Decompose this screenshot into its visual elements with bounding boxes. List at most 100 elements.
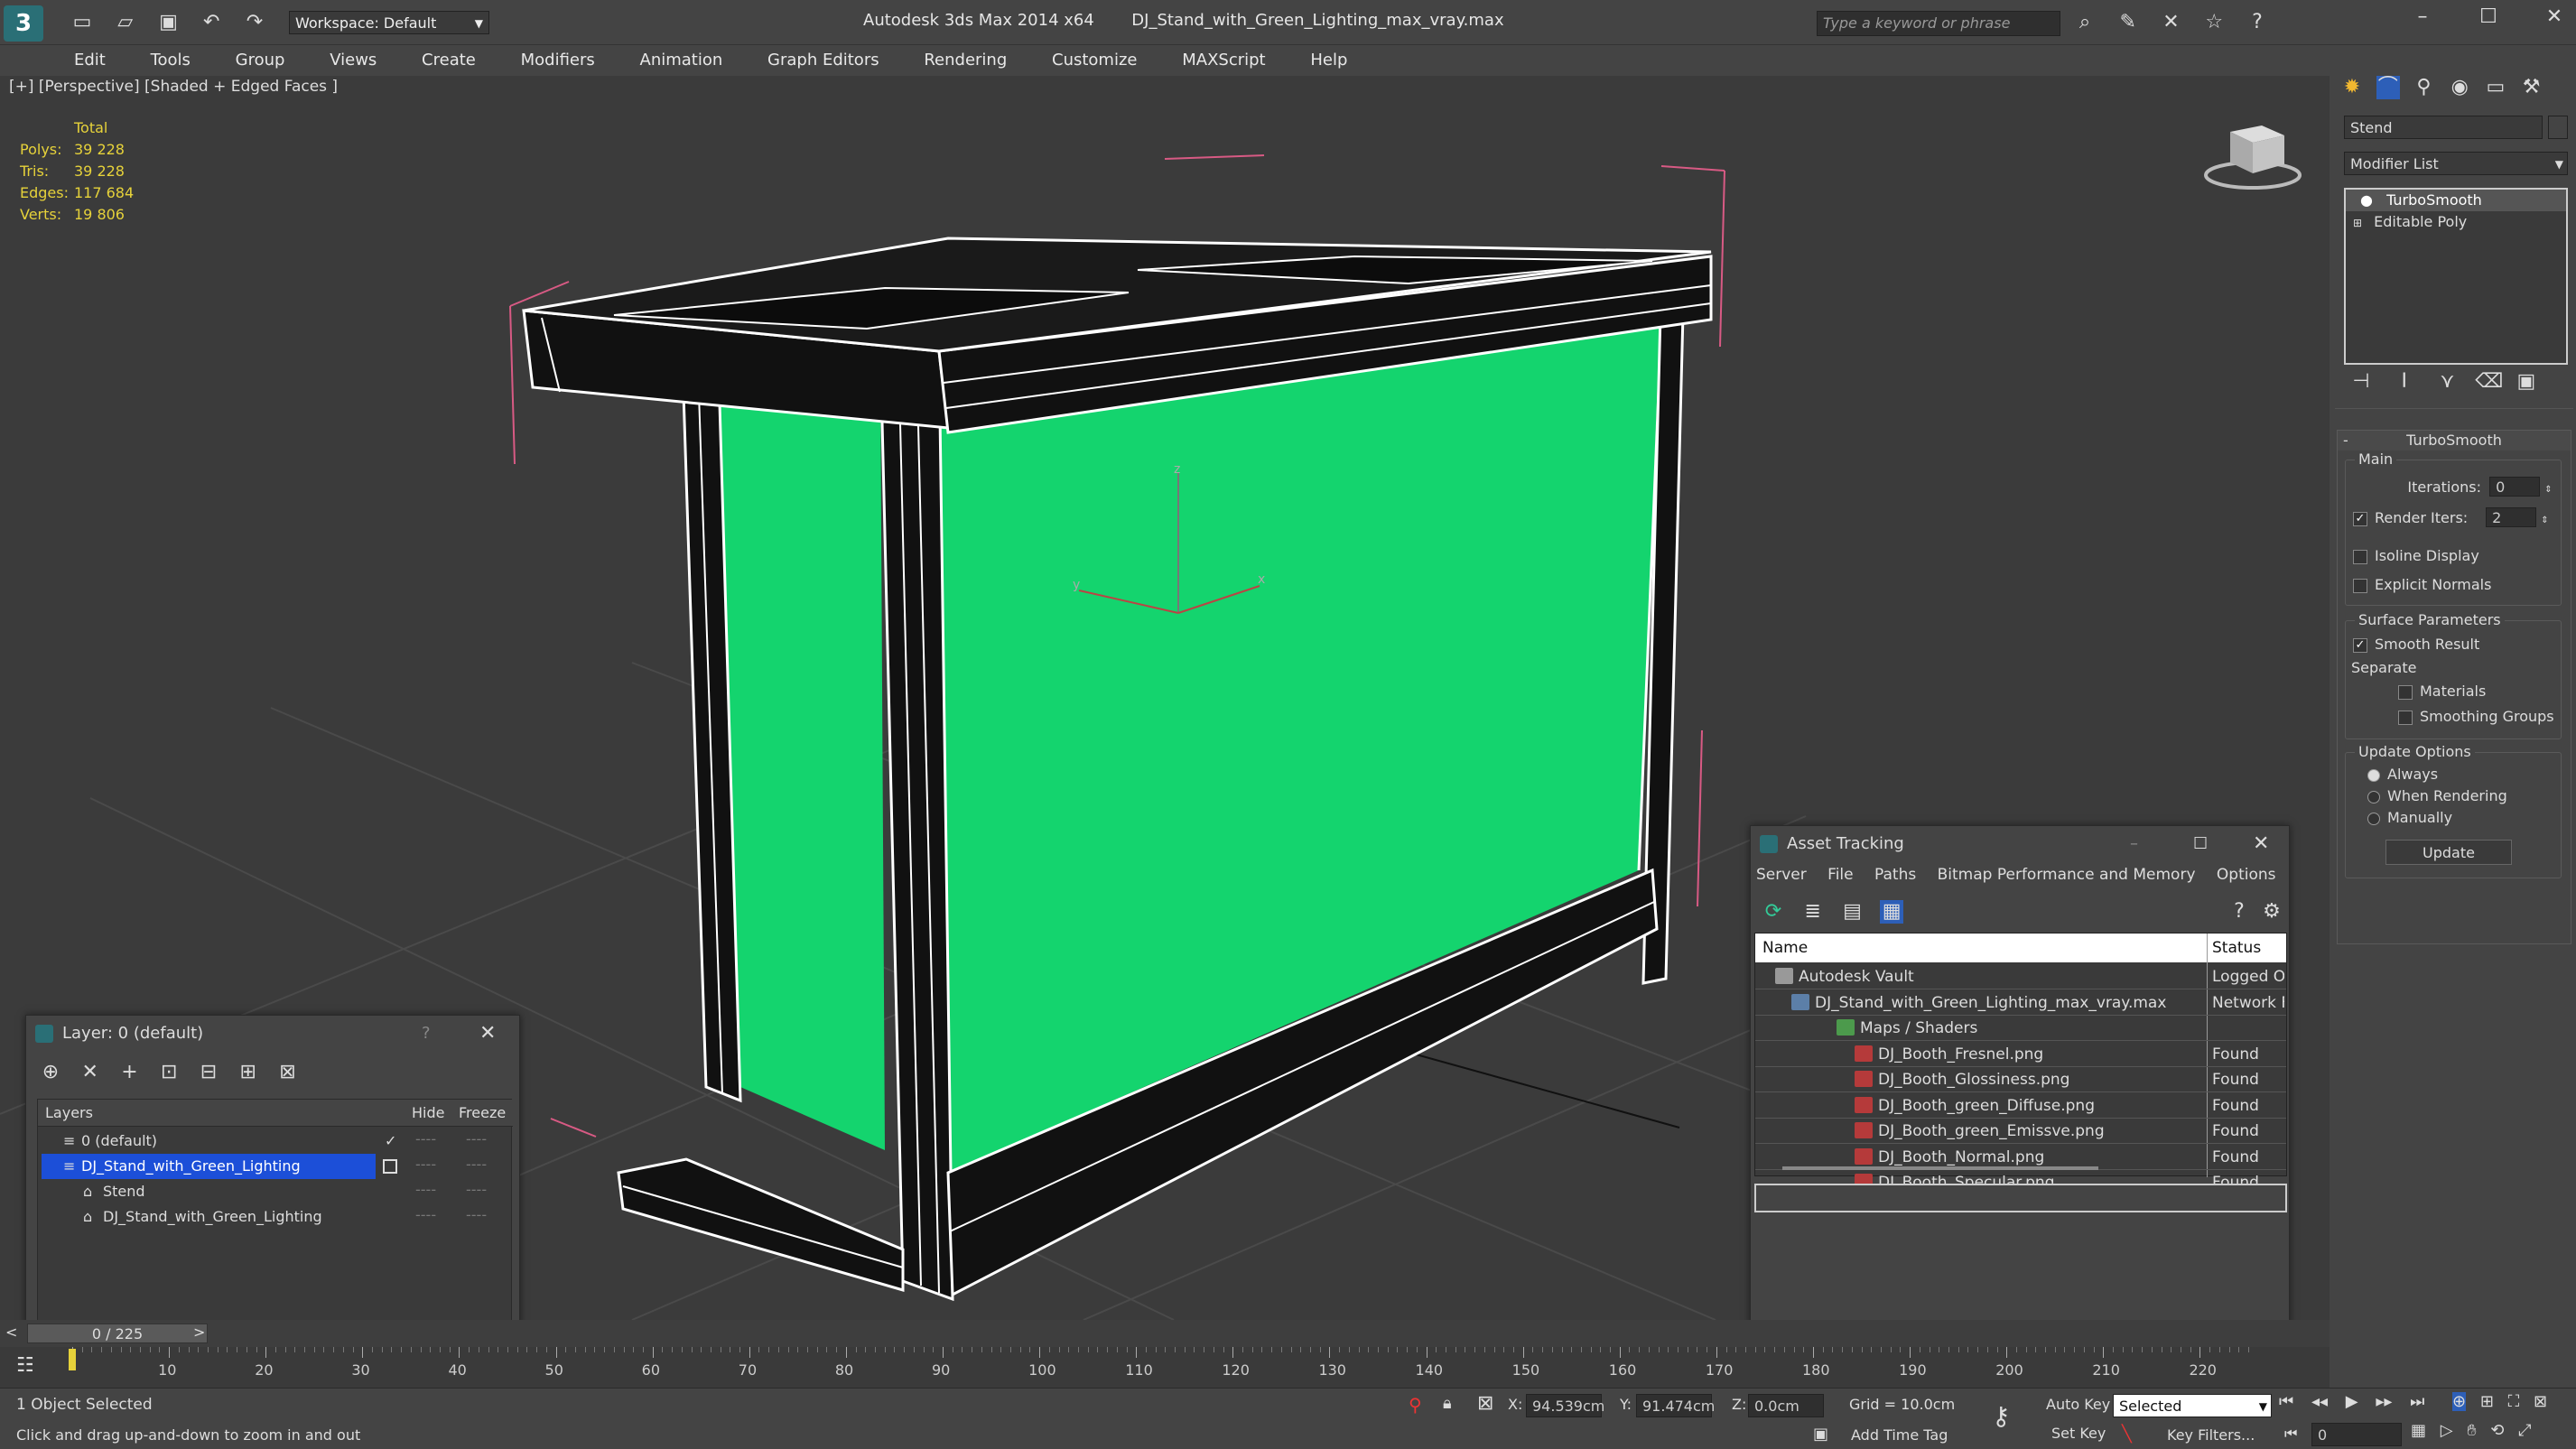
asset-menu-paths[interactable]: Paths — [1874, 866, 1916, 884]
update-button[interactable]: Update — [2385, 840, 2512, 865]
delete-layer-icon[interactable]: ✕ — [79, 1061, 102, 1084]
asset-row[interactable]: DJ_Booth_Fresnel.png Found — [1755, 1042, 2286, 1067]
asset-path-field[interactable] — [1754, 1184, 2287, 1212]
time-slider-thumb[interactable]: 0 / 225 — [27, 1324, 208, 1343]
search-input[interactable]: Type a keyword or phrase — [1817, 11, 2060, 36]
next-frame-icon[interactable]: ▸▸ — [2376, 1392, 2392, 1411]
isolate-selection-icon[interactable]: ⚲ — [1409, 1394, 1422, 1416]
when-rendering-radio[interactable] — [2367, 790, 2380, 803]
layer-row[interactable]: ≡ 0 (default) ✓ ---- ---- — [38, 1129, 513, 1154]
zoom-all-icon[interactable]: ⊞ — [2480, 1392, 2494, 1411]
make-unique-icon[interactable]: ⋎ — [2435, 370, 2459, 394]
layer-help-button[interactable]: ? — [422, 1016, 431, 1052]
y-coord-field[interactable]: 91.474cm — [1636, 1394, 1715, 1417]
absolute-mode-icon[interactable]: ⊠ — [1477, 1392, 1493, 1415]
asset-maximize-icon[interactable]: ☐ — [2193, 826, 2208, 862]
smoothing-groups-checkbox[interactable] — [2398, 710, 2413, 725]
layers-column-header[interactable]: Layers — [45, 1104, 93, 1121]
spinner-arrows-icon[interactable]: ⇕ — [2541, 516, 2548, 525]
track-ruler[interactable]: 10 20 30 40 50 60 70 80 90 100 110 120 130 140 150 160 1… — [65, 1347, 2259, 1388]
explicit-normals-checkbox[interactable] — [2353, 578, 2367, 593]
asset-row[interactable]: DJ_Booth_green_Diffuse.png Found — [1755, 1093, 2286, 1119]
add-to-layer-icon[interactable]: + — [117, 1061, 141, 1084]
asset-horizontal-scrollbar[interactable] — [1782, 1166, 2098, 1170]
key-filters-button[interactable]: Key Filters... — [2167, 1426, 2255, 1444]
refresh-icon[interactable]: ⟳ — [1762, 900, 1785, 924]
iterations-spinner[interactable]: 0 — [2489, 477, 2541, 497]
pan-icon[interactable]: ✋︎ — [2467, 1421, 2476, 1440]
open-file-icon[interactable]: ▱ — [114, 11, 137, 34]
time-slider-next-icon[interactable]: > — [193, 1324, 205, 1341]
layer-close-icon[interactable]: ✕ — [479, 1016, 496, 1052]
asset-status-column-header[interactable]: Status — [2212, 939, 2261, 957]
layer-row[interactable]: ⌂ DJ_Stand_with_Green_Lighting ---- ---- — [38, 1204, 513, 1230]
menu-edit[interactable]: Edit — [54, 45, 126, 76]
menu-graph-editors[interactable]: Graph Editors — [748, 45, 899, 76]
isoline-checkbox[interactable] — [2353, 549, 2367, 564]
close-icon[interactable]: ✕ — [2543, 5, 2566, 29]
minimize-icon[interactable]: – — [2411, 5, 2434, 29]
communication-icon[interactable]: ✕ — [2159, 11, 2182, 34]
perspective-viewport[interactable]: [+] [Perspective] [Shaded + Edged Faces … — [0, 76, 2330, 1320]
asset-close-icon[interactable]: ✕ — [2253, 826, 2269, 862]
show-end-result-icon[interactable]: Ι — [2393, 370, 2416, 394]
table-view-icon[interactable]: ▦ — [1880, 900, 1904, 924]
asset-row[interactable]: Autodesk Vault Logged O — [1755, 964, 2286, 989]
layer-row-selected[interactable]: ≡ DJ_Stand_with_Green_Lighting ---- ---- — [38, 1154, 513, 1179]
motion-tab-icon[interactable]: ◉ — [2448, 76, 2471, 99]
hide-column-header[interactable]: Hide — [412, 1104, 444, 1121]
light-bulb-icon[interactable]: ● — [2360, 191, 2373, 209]
previous-frame-icon[interactable]: ◂◂ — [2311, 1392, 2328, 1411]
z-coord-field[interactable]: 0.0cm — [1748, 1394, 1824, 1417]
menu-modifiers[interactable]: Modifiers — [501, 45, 615, 76]
play-icon[interactable]: ▶ — [2346, 1392, 2358, 1411]
time-config-icon[interactable]: ▦ — [2411, 1421, 2426, 1440]
layer-row-hide[interactable]: ---- — [415, 1181, 436, 1198]
menu-maxscript[interactable]: MAXScript — [1162, 45, 1285, 76]
thumbnail-view-icon[interactable]: ▤ — [1840, 900, 1864, 924]
pin-stack-icon[interactable]: ⊣ — [2349, 370, 2373, 394]
display-tab-icon[interactable]: ▭ — [2484, 76, 2507, 99]
asset-row[interactable]: DJ_Stand_with_Green_Lighting_max_vray.ma… — [1755, 990, 2286, 1016]
layer-row-hide[interactable]: ---- — [415, 1206, 436, 1223]
rollout-header[interactable]: - TurboSmooth — [2338, 431, 2571, 450]
subscription-icon[interactable]: ✎ — [2116, 11, 2140, 34]
remove-modifier-icon[interactable]: ⌫ — [2475, 370, 2503, 394]
new-file-icon[interactable]: ▭ — [70, 11, 94, 34]
menu-tools[interactable]: Tools — [131, 45, 210, 76]
manually-radio[interactable] — [2367, 812, 2380, 825]
make-current-box[interactable] — [383, 1159, 397, 1174]
orbit-icon[interactable]: ⟲ — [2490, 1421, 2504, 1440]
field-of-view-icon[interactable]: ▷ — [2441, 1421, 2453, 1440]
freeze-column-header[interactable]: Freeze — [459, 1104, 506, 1121]
key-selection-dropdown[interactable]: Selected ▼ — [2113, 1394, 2272, 1417]
hierarchy-tab-icon[interactable]: ⚲ — [2412, 76, 2435, 99]
freeze-all-icon[interactable]: ⊠ — [275, 1061, 299, 1084]
highlight-layer-icon[interactable]: ⊟ — [197, 1061, 220, 1084]
current-frame-marker[interactable] — [69, 1349, 76, 1370]
asset-row[interactable]: Maps / Shaders — [1755, 1016, 2286, 1041]
layer-row-hide[interactable]: ---- — [415, 1156, 436, 1173]
layer-row-freeze[interactable]: ---- — [466, 1130, 487, 1147]
asset-help-icon[interactable]: ? — [2227, 900, 2251, 924]
asset-menu-options[interactable]: Options — [2217, 866, 2276, 884]
layer-row-hide[interactable]: ---- — [415, 1130, 436, 1147]
zoom-extents-icon[interactable]: ⛶ — [2508, 1392, 2520, 1411]
set-key-button[interactable]: Set Key — [2051, 1425, 2106, 1442]
mini-curve-editor-icon[interactable]: ☷ — [16, 1354, 34, 1377]
render-iters-checkbox[interactable]: ✓ — [2353, 511, 2367, 526]
go-to-start-icon[interactable]: ⏮ — [2279, 1392, 2293, 1411]
go-to-end-icon[interactable]: ⏭ — [2410, 1392, 2424, 1411]
asset-row[interactable]: DJ_Booth_Glossiness.png Found — [1755, 1067, 2286, 1092]
configure-sets-icon[interactable]: ▣ — [2515, 370, 2538, 394]
materials-checkbox[interactable] — [2398, 684, 2413, 700]
menu-animation[interactable]: Animation — [620, 45, 743, 76]
expand-icon[interactable]: ⊞ — [2353, 217, 2362, 229]
object-name-field[interactable]: Stend — [2344, 116, 2543, 139]
key-filter-icon[interactable]: ╲ — [2122, 1425, 2132, 1444]
asset-menu-bitmap[interactable]: Bitmap Performance and Memory — [1938, 866, 2196, 884]
menu-create[interactable]: Create — [402, 45, 496, 76]
hide-all-icon[interactable]: ⊞ — [237, 1061, 260, 1084]
maximize-viewport-icon[interactable]: ⤢ — [2518, 1421, 2531, 1440]
set-key-mode-icon[interactable]: ⚷ — [1992, 1401, 2011, 1431]
